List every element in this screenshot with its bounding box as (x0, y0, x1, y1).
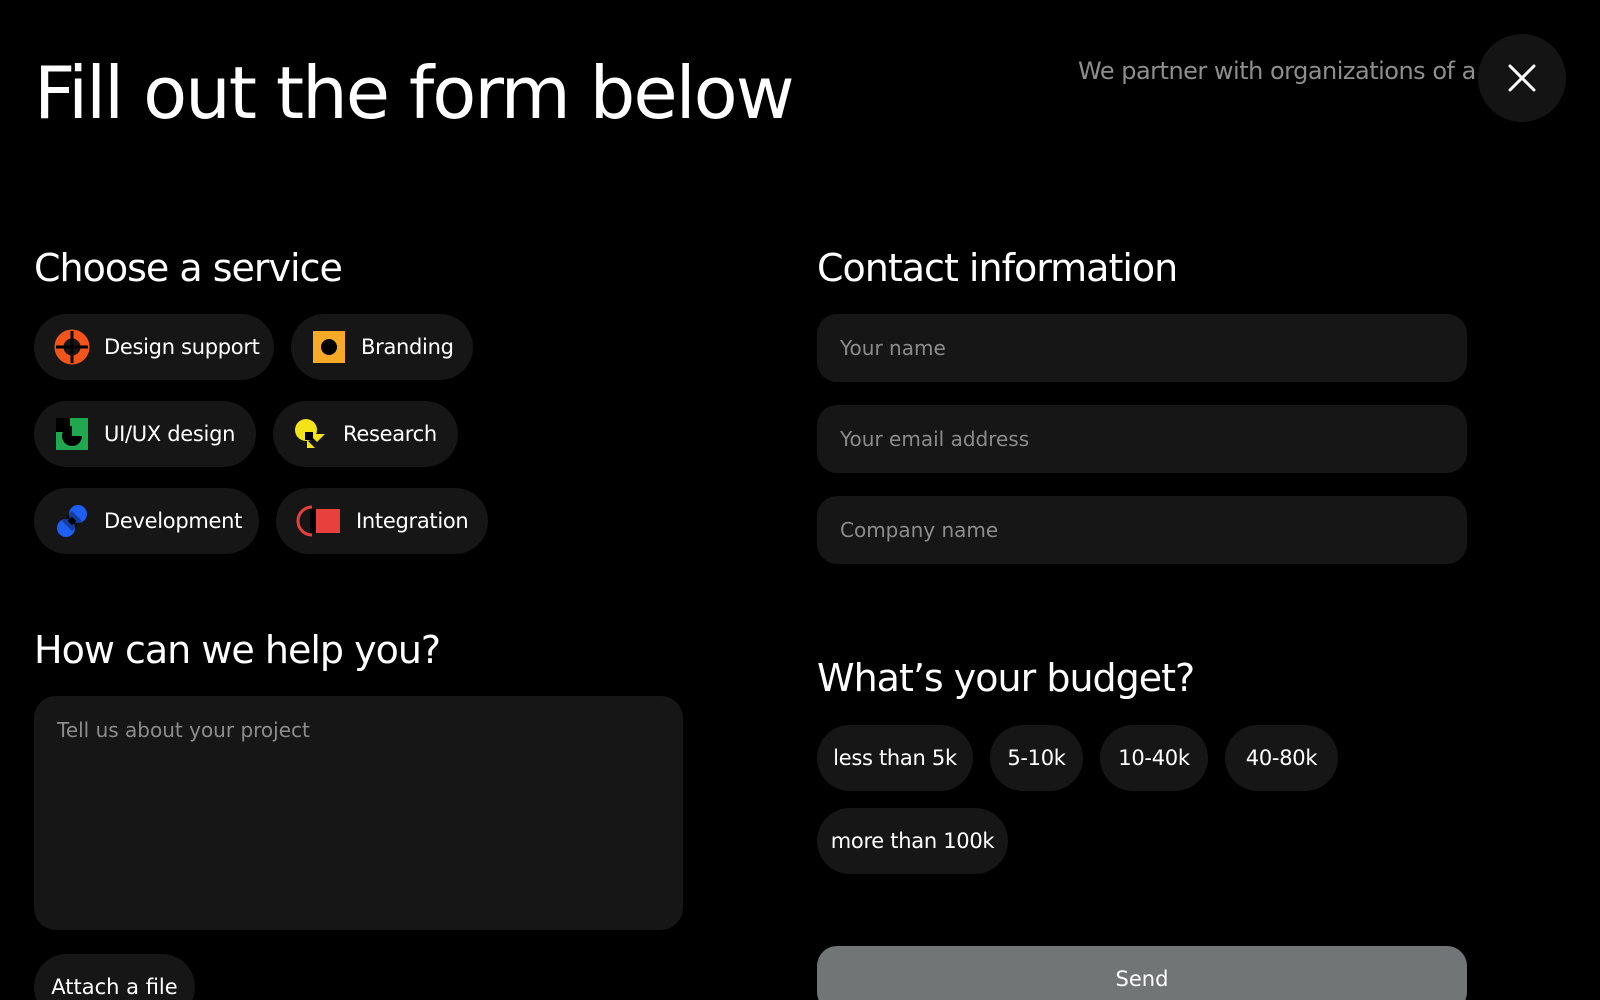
company-field[interactable] (817, 496, 1467, 564)
service-label: Integration (356, 509, 469, 533)
help-title: How can we help you? (34, 628, 441, 672)
page-title: Fill out the form below (34, 51, 795, 135)
research-icon (293, 416, 329, 452)
email-field[interactable] (817, 405, 1467, 473)
budget-option-10-40k[interactable]: 10-40k (1100, 725, 1208, 791)
uiux-design-icon (54, 416, 90, 452)
service-integration[interactable]: Integration (276, 488, 488, 554)
service-design-support[interactable]: Design support (34, 314, 274, 380)
services-title: Choose a service (34, 246, 343, 290)
budget-title: What’s your budget? (817, 656, 1195, 700)
budget-option-5-10k[interactable]: 5-10k (990, 725, 1083, 791)
name-field[interactable] (817, 314, 1467, 382)
development-icon (54, 503, 90, 539)
close-button[interactable] (1478, 34, 1566, 122)
budget-option-less-than-5k[interactable]: less than 5k (817, 725, 973, 791)
design-support-icon (54, 329, 90, 365)
service-label: UI/UX design (104, 422, 236, 446)
branding-icon (311, 329, 347, 365)
contact-title: Contact information (817, 246, 1178, 290)
service-label: Branding (361, 335, 454, 359)
service-branding[interactable]: Branding (291, 314, 473, 380)
attach-file-button[interactable]: Attach a file (34, 954, 195, 1000)
service-development[interactable]: Development (34, 488, 259, 554)
budget-option-more-than-100k[interactable]: more than 100k (817, 808, 1008, 874)
service-uiux-design[interactable]: UI/UX design (34, 401, 256, 467)
budget-option-40-80k[interactable]: 40-80k (1225, 725, 1338, 791)
service-research[interactable]: Research (273, 401, 458, 467)
service-label: Development (104, 509, 243, 533)
integration-icon (296, 503, 342, 539)
intro-text: We partner with organizations of all siz… (1078, 57, 1478, 85)
send-button[interactable]: Send (817, 946, 1467, 1000)
project-description-input[interactable] (34, 696, 683, 930)
service-label: Research (343, 422, 437, 446)
close-icon (1508, 64, 1536, 92)
service-label: Design support (104, 335, 260, 359)
